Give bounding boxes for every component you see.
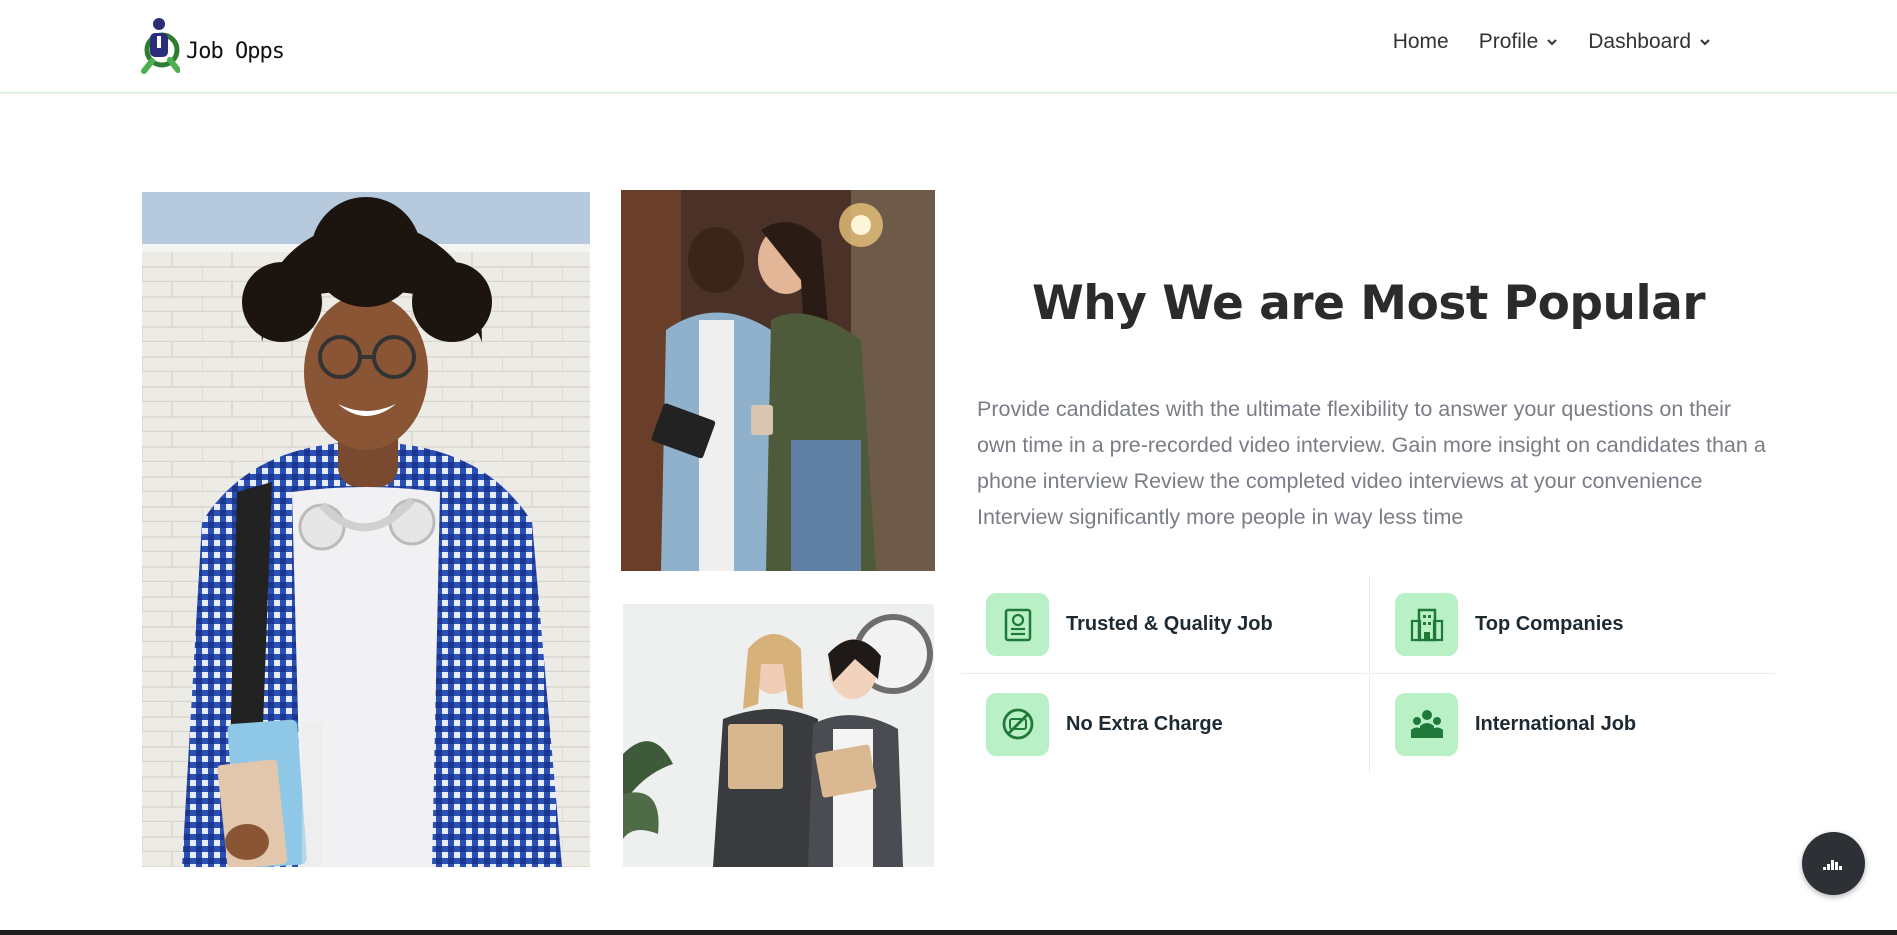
chart-icon — [1822, 859, 1842, 870]
feature-top-companies: Top Companies — [1369, 576, 1775, 674]
building-icon — [1395, 593, 1458, 656]
chevron-down-icon — [1700, 39, 1710, 46]
floating-action-button[interactable] — [1802, 832, 1865, 895]
section-title: Why We are Most Popular — [1031, 276, 1706, 331]
section-description: Provide candidates with the ultimate fle… — [977, 397, 1766, 529]
team-icon — [1395, 692, 1458, 756]
logo[interactable]: Job Opps — [138, 16, 285, 74]
certificate-icon — [986, 593, 1049, 656]
site-header: Job Opps Home Profile Dashboard — [0, 0, 1897, 93]
footer-edge — [0, 930, 1897, 935]
nav-dashboard-label: Dashboard — [1588, 30, 1691, 53]
chevron-down-icon — [1547, 39, 1557, 46]
nav-home-label: Home — [1392, 30, 1449, 53]
main-nav: Home Profile Dashboard — [1393, 30, 1711, 54]
feature-no-extra-charge: No Extra Charge — [961, 675, 1367, 773]
student-with-headphones-photo — [142, 192, 590, 867]
feature-trusted-quality-job: Trusted & Quality Job — [961, 576, 1367, 674]
feature-label: International Job — [1475, 712, 1637, 735]
businesswomen-with-folders-photo — [623, 604, 934, 867]
nav-home[interactable]: Home — [1393, 30, 1449, 54]
feature-international-job: International Job — [1369, 675, 1775, 773]
feature-label: Top Companies — [1475, 613, 1624, 635]
nav-dashboard[interactable]: Dashboard — [1588, 30, 1711, 54]
no-charge-icon — [986, 692, 1049, 756]
feature-label: Trusted & Quality Job — [1066, 613, 1273, 635]
nav-profile[interactable]: Profile — [1479, 30, 1559, 54]
nav-profile-label: Profile — [1478, 30, 1539, 53]
features-grid: Trusted & Quality Job Top Companies No E… — [961, 576, 1777, 776]
feature-label: No Extra Charge — [1066, 712, 1223, 735]
logo-icon — [141, 18, 180, 74]
logo-text: Job Opps — [186, 38, 285, 64]
colleagues-with-tablet-photo — [621, 190, 935, 571]
